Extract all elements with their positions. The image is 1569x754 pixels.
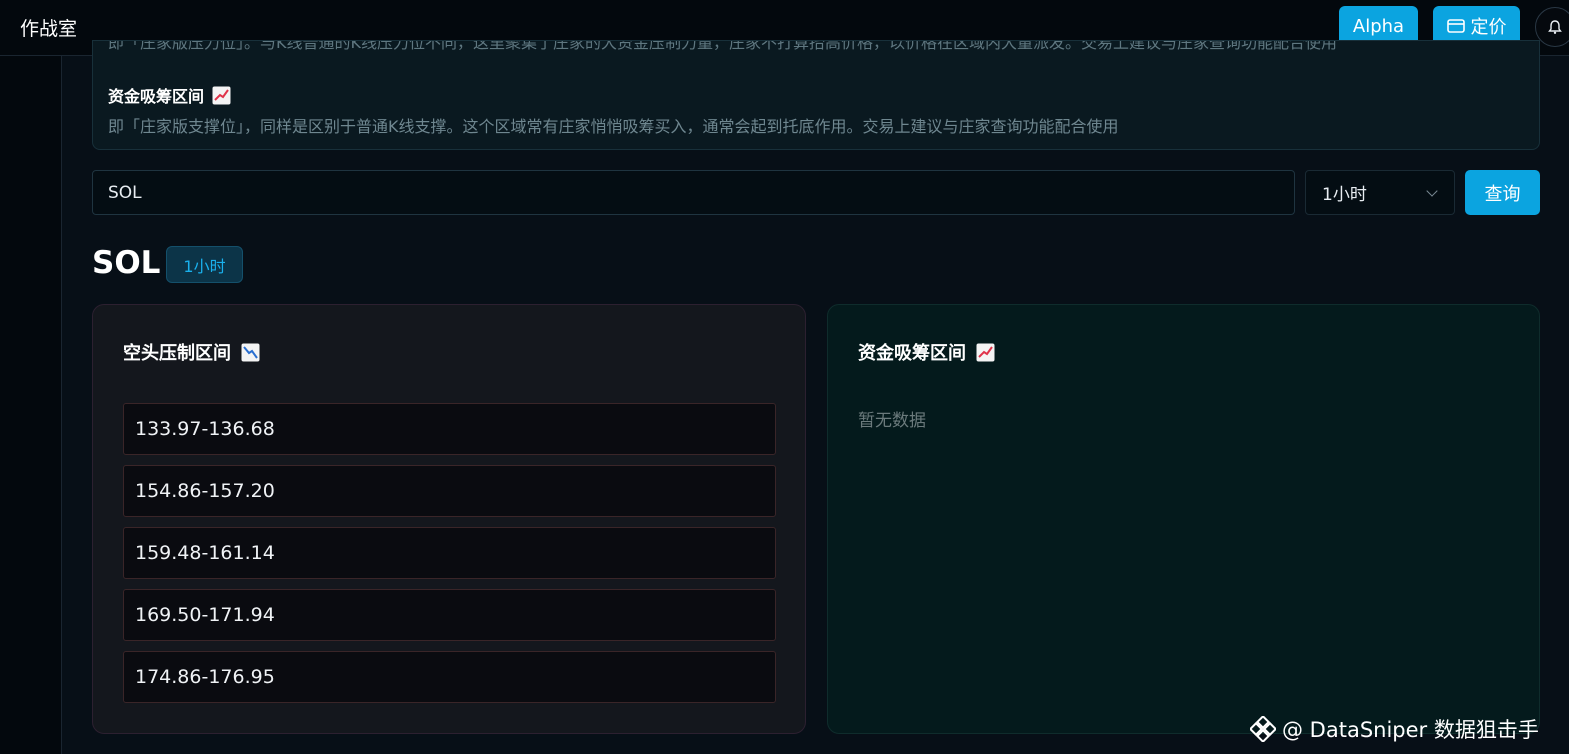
range-item: 169.50-171.94 [123,589,776,641]
bell-icon [1548,20,1562,34]
short-zone-description: 即「庄家版压力位」。与K线普通的K线压力位不同，这里聚集了庄家的大资金压制力量，… [108,40,1337,52]
card-icon [1446,19,1465,33]
range-item: 174.86-176.95 [123,651,776,703]
left-sidebar [0,56,62,754]
accumulation-zone-heading: 资金吸筹区间 [108,83,231,107]
range-item: 154.86-157.20 [123,465,776,517]
chart-increasing-icon [212,86,231,104]
chart-increasing-icon [976,343,995,361]
chart-decreasing-icon [241,343,260,361]
result-interval-tag: 1小时 [166,246,243,283]
chevron-down-icon [1426,185,1438,197]
interval-select[interactable]: 1小时 [1305,170,1455,215]
app-title: 作战室 [20,18,78,40]
accumulation-zone-heading-text: 资金吸筹区间 [108,87,205,106]
watermark-text: @ DataSniper 数据狙击手 [1282,718,1539,742]
range-item: 133.97-136.68 [123,403,776,455]
result-symbol: SOL [92,245,161,281]
short-pressure-title: 空头压制区间 [123,339,260,365]
zone-explanation-card: 即「庄家版压力位」。与K线普通的K线压力位不同，这里聚集了庄家的大资金压制力量，… [92,40,1540,150]
short-range-list: 133.97-136.68 154.86-157.20 159.48-161.1… [123,403,776,713]
symbol-search-input[interactable] [92,170,1295,215]
pricing-label: 定价 [1470,17,1507,38]
short-pressure-title-text: 空头压制区间 [123,343,231,364]
watermark: @ DataSniper 数据狙击手 [1250,714,1539,744]
accumulation-panel: 资金吸筹区间 暂无数据 [827,304,1540,734]
interval-selected-value: 1小时 [1322,185,1367,205]
short-pressure-panel: 空头压制区间 133.97-136.68 154.86-157.20 159.4… [92,304,806,734]
accumulation-empty-state: 暂无数据 [858,411,926,431]
accumulation-title-text: 资金吸筹区间 [858,343,966,364]
range-item: 159.48-161.14 [123,527,776,579]
query-button[interactable]: 查询 [1465,170,1540,215]
accumulation-zone-description: 即「庄家版支撑位」，同样是区别于普通K线支撑。这个区域常有庄家悄悄吸筹买入，通常… [108,117,1119,136]
diamond-logo-icon [1250,716,1276,742]
notification-button[interactable] [1535,7,1569,47]
accumulation-title: 资金吸筹区间 [858,339,995,365]
